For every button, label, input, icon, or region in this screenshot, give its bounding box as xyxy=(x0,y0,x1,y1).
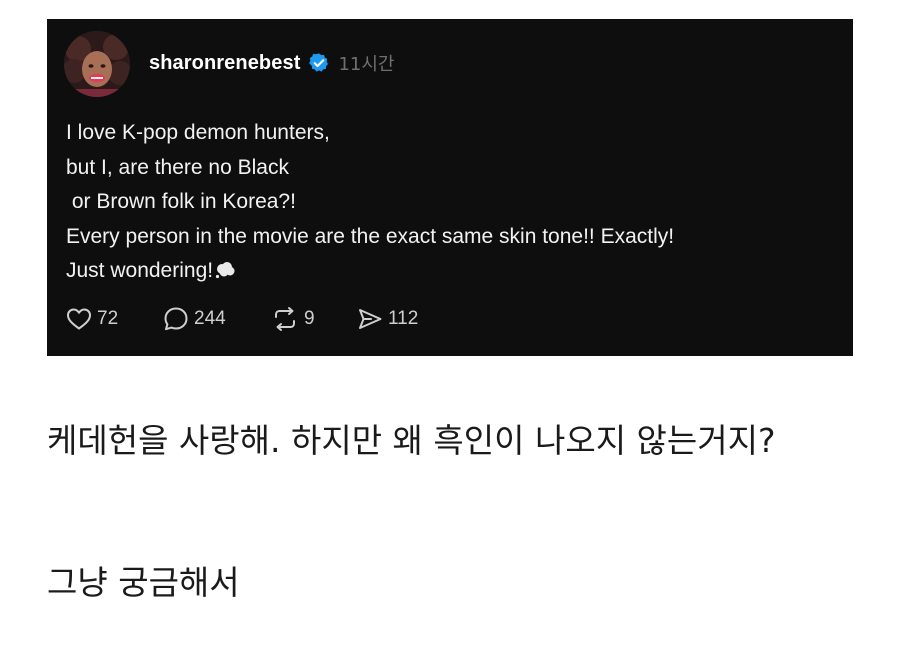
post-timestamp: 11시간 xyxy=(338,54,395,75)
post-text-line-last: Just wondering! xyxy=(66,254,836,289)
comment-bubble-icon xyxy=(164,307,188,331)
repost-button[interactable]: 9 xyxy=(271,306,357,332)
like-button[interactable]: 72 xyxy=(66,307,163,331)
post-actions: 72 244 9 112 xyxy=(66,306,447,332)
reply-count: 244 xyxy=(194,308,226,329)
verified-badge-icon xyxy=(308,52,330,74)
repost-icon xyxy=(275,307,295,331)
post-text-line: but I, are there no Black xyxy=(66,155,289,179)
threads-post-screenshot: sharonrenebest 11시간 I love K-pop demon h… xyxy=(47,19,853,356)
post-text-line: Just wondering! xyxy=(66,259,214,282)
share-button[interactable]: 112 xyxy=(357,307,447,331)
share-count: 112 xyxy=(388,308,419,329)
send-icon xyxy=(359,309,382,329)
post-text-line: I love K-pop demon hunters, xyxy=(66,121,330,144)
page: sharonrenebest 11시간 I love K-pop demon h… xyxy=(0,0,900,656)
avatar[interactable] xyxy=(64,31,130,97)
caption-comment: 그냥 궁금해서 xyxy=(47,563,240,602)
reply-button[interactable]: 244 xyxy=(163,306,271,332)
post-text-line: or Brown folk in Korea?! xyxy=(66,190,296,213)
caption-translation: 케데헌을 사랑해. 하지만 왜 흑인이 나오지 않는거지? xyxy=(47,421,776,460)
post-text: I love K-pop demon hunters, but I, are t… xyxy=(66,116,836,289)
post-text-line: Every person in the movie are the exact … xyxy=(66,224,675,248)
avatar-image xyxy=(64,31,130,97)
heart-icon xyxy=(67,308,91,330)
repost-count: 9 xyxy=(304,308,315,329)
like-count: 72 xyxy=(97,308,119,329)
thought-bubble-emoji-icon xyxy=(214,261,236,279)
post-header: sharonrenebest 11시간 xyxy=(149,50,394,76)
username-link[interactable]: sharonrenebest xyxy=(149,52,300,75)
